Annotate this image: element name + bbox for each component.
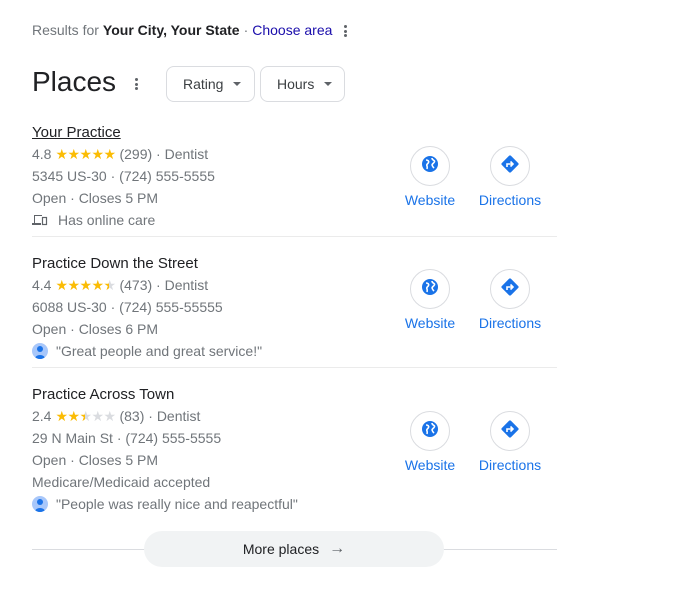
caret-down-icon — [233, 82, 242, 86]
globe-icon — [421, 278, 439, 301]
more-places-label: More places — [242, 541, 320, 557]
review-count: (473) — [119, 277, 153, 293]
divider — [32, 367, 557, 368]
website-button[interactable]: Website — [390, 146, 470, 208]
directions-button[interactable]: Directions — [470, 269, 550, 331]
section-title: Places — [32, 66, 117, 97]
avatar-icon — [32, 343, 48, 359]
place-name[interactable]: Your Practice — [32, 123, 557, 143]
website-label: Website — [404, 315, 456, 331]
places-more-options-icon[interactable] — [134, 78, 138, 90]
extra-info: Has online care — [32, 209, 557, 231]
star-full-icon: ★ — [91, 146, 105, 162]
category: · Dentist — [148, 408, 201, 424]
website-button[interactable]: Website — [390, 269, 470, 331]
star-empty-icon: ★ — [91, 408, 105, 424]
hours-filter-chip[interactable]: Hours — [260, 66, 345, 102]
caret-down-icon — [324, 82, 333, 86]
website-label: Website — [404, 192, 456, 208]
category: · Dentist — [156, 146, 209, 162]
star-rating: ★ ★ ★ ★ ★ — [55, 277, 117, 293]
review-snippet-line: "People was really nice and reapectful" — [32, 493, 557, 515]
location-name: Your City, Your State — [102, 22, 240, 38]
separator: · — [243, 22, 249, 38]
avatar-icon — [32, 496, 48, 512]
more-options-icon[interactable] — [343, 25, 347, 37]
star-empty-icon: ★ — [103, 408, 117, 424]
star-full-icon: ★ — [91, 277, 105, 293]
star-full-icon: ★ — [67, 408, 81, 424]
category: · Dentist — [156, 277, 209, 293]
star-half-icon: ★ — [103, 277, 117, 293]
star-full-icon: ★ — [79, 277, 93, 293]
star-half-icon: ★ — [79, 408, 93, 424]
laptop-phone-icon — [32, 214, 48, 226]
more-places-button[interactable]: More places → — [144, 531, 444, 567]
star-full-icon: ★ — [55, 146, 69, 162]
results-for-bar: Results for Your City, Your State · Choo… — [32, 22, 332, 38]
rating-value: 4.4 — [32, 277, 52, 293]
choose-area-link[interactable]: Choose area — [252, 22, 332, 38]
website-button[interactable]: Website — [390, 411, 470, 473]
review-count: (299) — [119, 146, 153, 162]
star-full-icon: ★ — [55, 408, 69, 424]
star-rating: ★ ★ ★ ★ ★ — [55, 146, 117, 162]
directions-label: Directions — [478, 315, 542, 331]
extra-text: Has online care — [58, 212, 156, 228]
extra-info: Medicare/Medicaid accepted — [32, 474, 211, 490]
directions-button[interactable]: Directions — [470, 146, 550, 208]
globe-icon — [421, 155, 439, 178]
rating-value: 2.4 — [32, 408, 52, 424]
review-snippet: "People was really nice and reapectful" — [56, 496, 298, 512]
star-full-icon: ★ — [79, 146, 93, 162]
star-full-icon: ★ — [67, 146, 81, 162]
star-rating: ★ ★ ★ ★ ★ — [55, 408, 117, 424]
place-actions: Website Directions — [390, 146, 550, 208]
directions-label: Directions — [478, 192, 542, 208]
star-full-icon: ★ — [67, 277, 81, 293]
arrow-right-icon: → — [329, 540, 346, 557]
globe-icon — [421, 420, 439, 443]
rating-value: 4.8 — [32, 146, 52, 162]
results-prefix: Results for — [32, 22, 99, 38]
place-name[interactable]: Practice Across Town — [32, 385, 557, 405]
directions-icon — [500, 154, 520, 179]
directions-icon — [500, 419, 520, 444]
hours-filter-label: Hours — [277, 76, 315, 92]
place-actions: Website Directions — [390, 411, 550, 473]
directions-label: Directions — [478, 457, 542, 473]
rating-filter-chip[interactable]: Rating — [166, 66, 255, 102]
review-snippet-line: "Great people and great service!" — [32, 340, 557, 362]
divider — [32, 236, 557, 237]
review-snippet: "Great people and great service!" — [56, 343, 263, 359]
star-full-icon: ★ — [103, 146, 117, 162]
star-full-icon: ★ — [55, 277, 69, 293]
website-label: Website — [404, 457, 456, 473]
place-actions: Website Directions — [390, 269, 550, 331]
review-count: (83) — [119, 408, 145, 424]
directions-button[interactable]: Directions — [470, 411, 550, 473]
rating-filter-label: Rating — [183, 76, 224, 92]
directions-icon — [500, 277, 520, 302]
